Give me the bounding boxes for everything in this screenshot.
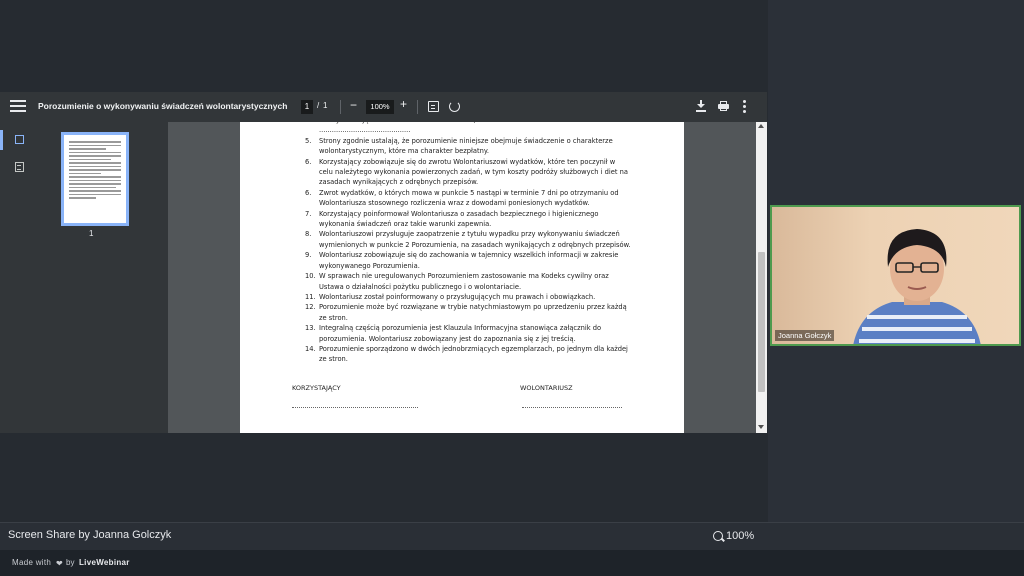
clause-number: 14. [305, 344, 316, 353]
page-thumbnail[interactable] [61, 132, 129, 226]
clause-list: 5. Strony zgodnie ustalają, że porozumien… [292, 136, 632, 365]
clause-text: Integralną częścią porozumienia jest Kla… [319, 324, 602, 343]
clause-text: Wolontariuszowi przysługuje zaopatrzenie… [319, 230, 631, 249]
screen-share-stage: Porozumienie o wykonywaniu świadczeń wol… [0, 0, 768, 522]
clause-text: Porozumienie może być rozwiązane w trybi… [319, 303, 627, 322]
pdf-page: strony ustalają na dzień ...............… [240, 122, 684, 433]
clause-item: 8. Wolontariuszowi przysługuje zaopatrzen… [292, 229, 632, 250]
rotate-icon[interactable] [449, 101, 460, 112]
zoom-icon[interactable] [713, 531, 723, 541]
clause-item: 5. Strony zgodnie ustalają, że porozumien… [292, 136, 632, 157]
scrollbar[interactable] [756, 122, 767, 433]
share-zoom-level[interactable]: 100% [726, 530, 754, 542]
share-bar: Screen Share by Joanna Golczyk 100% [0, 522, 1024, 550]
signature-line-left [292, 407, 418, 408]
first-line: strony ustalają na dzień ...............… [319, 122, 552, 135]
pdf-toolbar: Porozumienie o wykonywaniu świadczeń wol… [0, 92, 767, 122]
clause-number: 6. [305, 157, 312, 166]
clause-item: 6. Korzystający zobowiązuje się do zwrotu… [292, 157, 632, 188]
clause-number: 13. [305, 324, 316, 333]
zoom-in-button[interactable]: + [400, 97, 407, 111]
clause-item: 14. Porozumienie sporządzono w dwóch jedn… [292, 344, 632, 365]
signature-line-right [522, 407, 622, 408]
signature-label-left: KORZYSTAJĄCY [292, 384, 341, 392]
clause-item: 9. Wolontariusz zobowiązuje się do zachow… [292, 250, 632, 271]
heart-icon: ❤ [56, 559, 63, 568]
made-with-label: Made with [12, 558, 52, 567]
webcam-tile[interactable]: Joanna Gołczyk [770, 205, 1021, 346]
clause-number: 9. [305, 251, 312, 260]
clause-number: 11. [305, 292, 316, 301]
by-label: by [66, 558, 75, 567]
clause-item: 13. Integralną częścią porozumienia jest … [292, 323, 632, 344]
scroll-thumb[interactable] [758, 252, 765, 392]
clause-number: 6. [305, 188, 312, 197]
clause-text: Strony zgodnie ustalają, że porozumienie… [319, 136, 613, 156]
clause-text: Porozumienie sporządzono w dwóch jednobr… [319, 344, 628, 364]
clause-text: Zwrot wydatków, o których mowa w punkcie… [319, 188, 619, 208]
clause-text: W sprawach nie uregulowanych Porozumieni… [319, 272, 609, 291]
pdf-sidebar: 1 [0, 122, 168, 433]
clause-text: Wolontariusz zobowiązuje się do zachowan… [319, 251, 619, 270]
clause-text: Korzystający poinformował Wolontariusza … [319, 209, 599, 229]
fit-to-page-icon[interactable] [428, 101, 439, 112]
clause-item: 12. Porozumienie może być rozwiązane w tr… [292, 302, 632, 323]
zoom-out-button[interactable]: − [350, 98, 357, 112]
clause-number: 5. [305, 136, 312, 145]
clause-item: 6. Zwrot wydatków, o których mowa w punkc… [292, 188, 632, 209]
more-options-icon[interactable] [743, 100, 747, 114]
presenter-video [853, 229, 981, 344]
clause-number: 8. [305, 230, 312, 239]
clause-item: 7. Korzystający poinformował Wolontariusz… [292, 209, 632, 230]
page-total: 1 [323, 101, 328, 110]
toolbar-divider [340, 100, 341, 114]
zoom-input[interactable]: 100% [366, 100, 394, 114]
brand-link[interactable]: LiveWebinar [79, 558, 130, 567]
participant-name: Joanna Gołczyk [775, 330, 835, 341]
clause-text: Korzystający zobowiązuje się do zwrotu W… [319, 157, 628, 187]
thumbnail-page-label: 1 [89, 229, 94, 238]
outline-icon[interactable] [15, 162, 24, 172]
footer: Made with ❤ by LiveWebinar [0, 550, 1024, 576]
page-separator: / [317, 101, 320, 110]
active-tab-indicator [0, 130, 3, 150]
clause-item: 11. Wolontariusz został poinformowany o p… [292, 292, 632, 302]
pdf-viewer: Porozumienie o wykonywaniu świadczeń wol… [0, 92, 767, 433]
signature-label-right: WOLONTARIUSZ [520, 384, 573, 392]
clause-text: Wolontariusz został poinformowany o przy… [319, 292, 596, 301]
page-number-input[interactable]: 1 [301, 100, 313, 114]
document-title: Porozumienie o wykonywaniu świadczeń wol… [38, 101, 288, 111]
thumbnails-icon[interactable] [15, 135, 24, 144]
scroll-up-arrow-icon[interactable] [758, 124, 764, 128]
toolbar-divider [417, 100, 418, 114]
page-text: strony ustalają na dzień ...............… [292, 122, 632, 365]
clause-item: 10. W sprawach nie uregulowanych Porozumi… [292, 271, 632, 292]
document-area: strony ustalają na dzień ...............… [168, 122, 756, 433]
print-icon[interactable] [718, 101, 729, 111]
screen-share-label: Screen Share by Joanna Golczyk [8, 529, 172, 541]
download-icon[interactable] [696, 100, 706, 112]
clause-number: 7. [305, 209, 312, 218]
menu-icon[interactable] [10, 100, 26, 114]
scroll-down-arrow-icon[interactable] [758, 425, 764, 429]
clause-number: 12. [305, 303, 316, 312]
clause-number: 10. [305, 272, 316, 281]
